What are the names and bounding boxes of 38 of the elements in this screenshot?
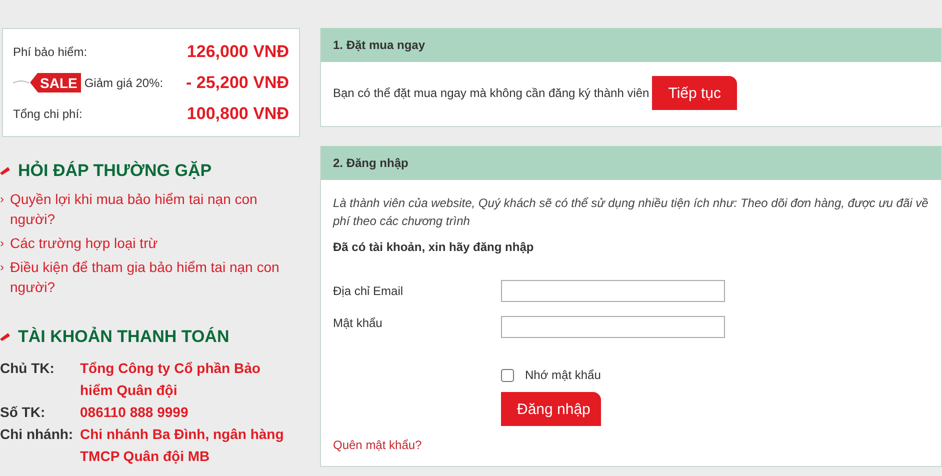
bullet-icon <box>0 167 10 175</box>
field-label: Địa chỉ Email <box>333 284 404 298</box>
section-heading: TÀI KHOẢN THANH TOÁN <box>18 327 230 347</box>
price-value: 126,000 VNĐ <box>186 42 289 62</box>
chevron-icon: › <box>0 189 4 209</box>
account-value: Chi nhánh Ba Đình, ngân hàng TMCP Quân đội MB <box>80 425 285 466</box>
continue-button[interactable]: Tiếp tục <box>652 76 738 110</box>
panel-title: 2. Đăng nhập <box>321 146 941 180</box>
price-value: 100,800 VNĐ <box>186 104 289 124</box>
faq-link[interactable]: Điều kiện để tham gia bảo hiểm tai nạn con người? <box>10 257 300 297</box>
input-field[interactable] <box>501 316 725 338</box>
tag-string-icon <box>13 78 29 86</box>
price-label: Phí bảo hiểm: <box>13 44 88 58</box>
sale-tag: SALE <box>30 72 82 92</box>
account-label: Chủ TK: <box>0 359 56 378</box>
chevron-icon: › <box>0 257 4 277</box>
remember-checkbox[interactable] <box>501 368 514 382</box>
faq-link[interactable]: Các trường hợp loại trừ <box>10 233 158 253</box>
checkbox-label: Nhớ mật khẩu <box>525 368 601 382</box>
price-value: - 25,200 VNĐ <box>186 72 289 92</box>
chevron-icon: › <box>0 233 4 253</box>
login-prompt: Đã có tài khoản, xin hãy đăng nhập <box>333 240 535 254</box>
login-intro: Là thành viên của website, Quý khách sẽ có thể sử dụng nhiều tiện ích như: Theo dõi đơn hàng, được ưu đãi về phí theo các chương trình <box>333 195 929 230</box>
forgot-password-link[interactable]: Quên mật khẩu? <box>333 438 929 452</box>
account-value: Tổng Công ty Cổ phần Bảo hiểm Quân đội <box>80 359 262 400</box>
account-label: Số TK: <box>0 403 46 422</box>
price-label: Giảm giá 20%: <box>84 76 164 90</box>
panel-title: 1. Đặt mua ngay <box>321 28 941 62</box>
bullet-icon <box>0 333 10 341</box>
price-label: Tổng chi phí: <box>13 106 82 120</box>
account-value: 086110 888 9999 <box>80 403 190 422</box>
account-label: Chi nhánh: <box>0 425 74 444</box>
login-button[interactable]: Đăng nhập <box>501 392 601 426</box>
field-label: Mật khẩu <box>333 316 384 330</box>
input-field[interactable] <box>501 280 725 302</box>
faq-link[interactable]: Quyền lợi khi mua bảo hiểm tai nạn con người? <box>10 189 300 229</box>
buy-now-text: Bạn có thể đặt mua ngay mà không cần đăng ký thành viên <box>333 86 650 100</box>
section-heading: HỎI ĐÁP THƯỜNG GẶP <box>18 161 212 181</box>
